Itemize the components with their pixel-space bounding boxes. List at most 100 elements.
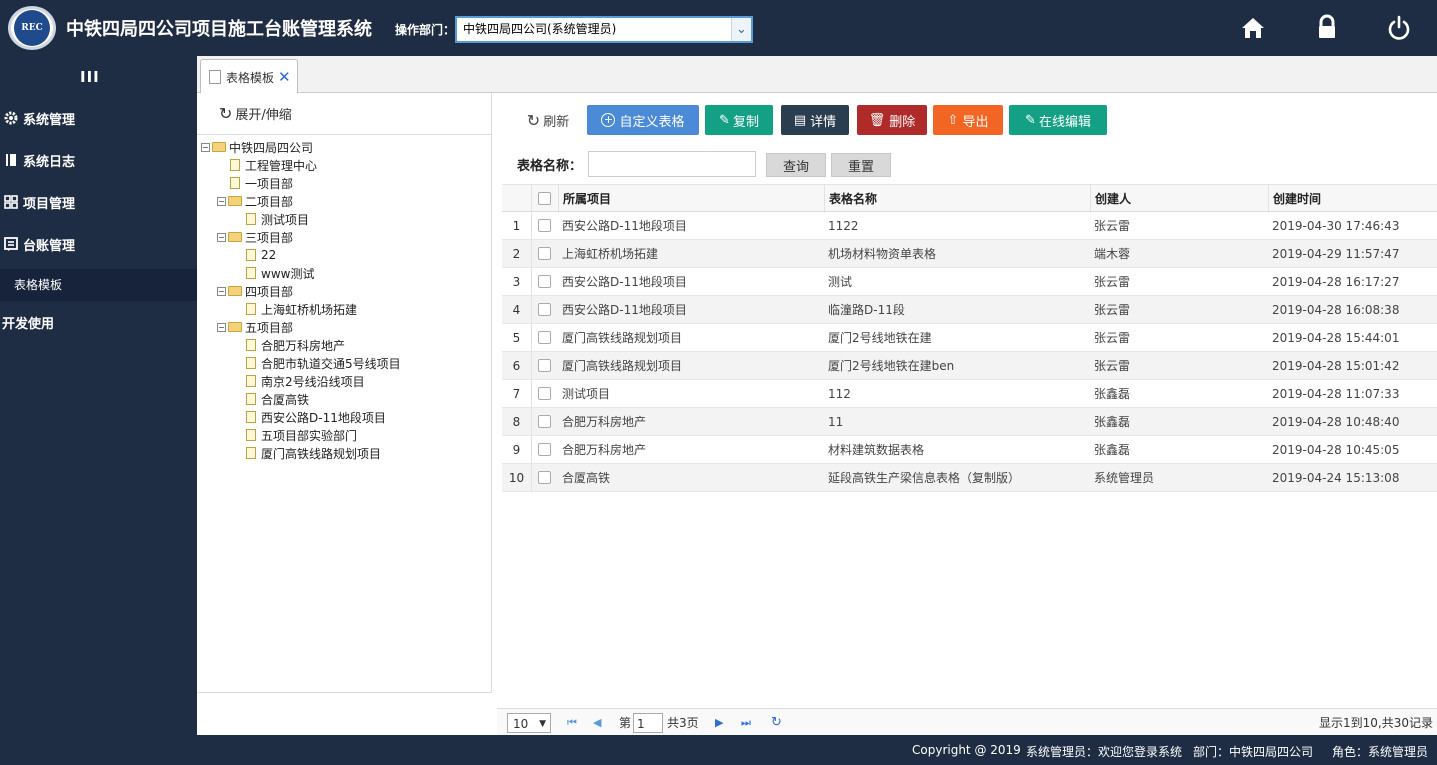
table-name-input[interactable] (588, 151, 756, 177)
table-cell-name: 测试 (828, 275, 853, 289)
row-checkbox[interactable] (538, 387, 551, 400)
row-checkbox[interactable] (538, 471, 551, 484)
refresh-button[interactable]: ↻ 刷新 (519, 105, 577, 135)
collapse-toggle-icon[interactable]: − (201, 142, 210, 152)
custom-table-button[interactable]: + 自定义表格 (587, 105, 699, 135)
table-row[interactable]: 9 合肥万科房地产 材料建筑数据表格 张鑫磊 2019-04-28 10:45:05 (502, 436, 1437, 464)
query-button[interactable]: 查询 (766, 153, 826, 177)
file-icon (230, 177, 240, 189)
sidebar-item-system[interactable]: 系统管理 (0, 104, 197, 132)
folder-icon (228, 286, 242, 296)
table-row[interactable]: 5 厦门高铁线路规划项目 厦门2号线地铁在建 张云雷 2019-04-28 15:44:… (502, 324, 1437, 352)
tree-node[interactable]: 工程管理中心 (217, 156, 317, 174)
column-header[interactable]: 表格名称 (824, 185, 1090, 213)
tree-node[interactable]: 合肥市轨道交通5号线项目 (233, 354, 401, 372)
reload-icon[interactable]: ↻ (771, 713, 782, 733)
select-all-checkbox[interactable] (538, 192, 551, 205)
tree-node[interactable]: 合厦高铁 (233, 390, 309, 408)
file-icon (246, 213, 256, 225)
sidebar-item-dev[interactable]: 开发使用 (0, 308, 197, 336)
tree-node[interactable]: − 中铁四局四公司 (201, 138, 313, 156)
row-checkbox[interactable] (538, 247, 551, 260)
tree-node[interactable]: 五项目部实验部门 (233, 426, 357, 444)
tree-node[interactable]: − 三项目部 (217, 228, 293, 246)
row-checkbox[interactable] (538, 415, 551, 428)
tree-node[interactable]: 南京2号线沿线项目 (233, 372, 365, 390)
column-header[interactable]: 所属项目 (558, 185, 824, 213)
tree-node-label: 五项目部实验部门 (261, 428, 358, 443)
last-page-icon[interactable]: ⏭ (741, 713, 751, 733)
folder-icon (212, 142, 226, 152)
row-checkbox[interactable] (538, 219, 551, 232)
home-icon[interactable] (1238, 13, 1268, 43)
page-size-select[interactable]: 10 ▼ (507, 713, 551, 733)
tree-toggle-expand[interactable]: ↻ 展开/伸缩 (197, 93, 492, 135)
dept-label: 操作部门： (395, 23, 456, 37)
chevron-down-icon[interactable]: ⌄ (731, 18, 751, 41)
close-icon[interactable]: ✕ (278, 68, 291, 86)
file-icon (246, 375, 256, 387)
next-page-icon[interactable]: ▶ (715, 713, 723, 733)
delete-button[interactable]: 🗑 删除 (857, 105, 927, 135)
tree-node[interactable]: 合肥万科房地产 (233, 336, 345, 354)
column-header[interactable]: 创建人 (1090, 185, 1268, 213)
table-row[interactable]: 3 西安公路D-11地段项目 测试 张云雷 2019-04-28 16:17:27 (502, 268, 1437, 296)
file-icon (246, 249, 256, 261)
table-row[interactable]: 2 上海虹桥机场拓建 机场材料物资单表格 端木蓉 2019-04-29 11:57:47 (502, 240, 1437, 268)
tree-node[interactable]: 测试项目 (233, 210, 309, 228)
folder-icon (228, 232, 242, 242)
row-checkbox[interactable] (538, 359, 551, 372)
tree-node[interactable]: − 五项目部 (217, 318, 293, 336)
sidebar-item-ledger[interactable]: 台账管理 (0, 230, 197, 258)
dept-select[interactable]: 中铁四局四公司(系统管理员) ⌄ (455, 16, 753, 43)
collapse-toggle-icon[interactable]: − (217, 196, 226, 206)
column-header[interactable]: 创建时间 (1268, 185, 1437, 213)
tree-node-label: 四项目部 (245, 284, 294, 299)
tree-node[interactable]: − 二项目部 (217, 192, 293, 210)
export-button[interactable]: ⇧ 导出 (933, 105, 1003, 135)
dept-select-value: 中铁四局四公司(系统管理员) (463, 22, 617, 36)
copy-button[interactable]: ✎ 复制 (705, 105, 773, 135)
footer-welcome: 系统管理员：欢迎您登录系统 (1026, 745, 1183, 759)
table-row[interactable]: 6 厦门高铁线路规划项目 厦门2号线地铁在建ben 张云雷 2019-04-28 15:… (502, 352, 1437, 380)
row-checkbox[interactable] (538, 331, 551, 344)
table-cell-project: 西安公路D-11地段项目 (562, 219, 687, 233)
table-row[interactable]: 10 合厦高铁 延段高铁生产梁信息表格（复制版） 系统管理员 2019-04-24 15… (502, 464, 1437, 492)
tree-node[interactable]: 上海虹桥机场拓建 (233, 300, 357, 318)
prev-page-icon[interactable]: ◀ (593, 713, 601, 733)
online-edit-label: 在线编辑 (1038, 114, 1091, 130)
sidebar-subitem-table-template[interactable]: 表格模板 (0, 269, 197, 301)
sidebar-item-syslog[interactable]: 系统日志 (0, 146, 197, 174)
table-row[interactable]: 7 测试项目 112 张鑫磊 2019-04-28 11:07:33 (502, 380, 1437, 408)
page-number-input[interactable]: 1 (633, 713, 663, 733)
tree-node-label: 西安公路D-11地段项目 (261, 410, 386, 425)
table-row[interactable]: 8 合肥万科房地产 11 张鑫磊 2019-04-28 10:48:40 (502, 408, 1437, 436)
tree-node[interactable]: www测试 (233, 264, 314, 282)
tree-node[interactable]: 厦门高铁线路规划项目 (233, 444, 381, 462)
online-edit-button[interactable]: ✎ 在线编辑 (1009, 105, 1107, 135)
file-icon (246, 447, 256, 459)
table-row[interactable]: 4 西安公路D-11地段项目 临潼路D-11段 张云雷 2019-04-28 16:08… (502, 296, 1437, 324)
row-checkbox[interactable] (538, 443, 551, 456)
tree-node[interactable]: − 四项目部 (217, 282, 293, 300)
tree-node[interactable]: 22 (233, 246, 276, 264)
tab-table-template[interactable]: 表格模板 ✕ (200, 59, 298, 94)
table-cell-creator: 张鑫磊 (1094, 443, 1131, 457)
tree-node[interactable]: 一项目部 (217, 174, 293, 192)
sidebar-item-project[interactable]: 项目管理 (0, 188, 197, 216)
power-icon[interactable] (1384, 13, 1414, 43)
lock-icon[interactable] (1312, 13, 1342, 43)
first-page-icon[interactable]: ⏮ (567, 713, 577, 733)
detail-button[interactable]: ▤ 详情 (781, 105, 849, 135)
refresh-label: 刷新 (543, 114, 570, 130)
collapse-toggle-icon[interactable]: − (217, 286, 226, 296)
tree-node[interactable]: 西安公路D-11地段项目 (233, 408, 386, 426)
row-checkbox[interactable] (538, 303, 551, 316)
collapse-toggle-icon[interactable]: − (217, 322, 226, 332)
reset-button[interactable]: 重置 (831, 153, 891, 177)
table-cell-creator: 张云雷 (1094, 331, 1131, 345)
collapse-toggle-icon[interactable]: − (217, 232, 226, 242)
sidebar-toggle[interactable]: III (80, 68, 100, 86)
row-checkbox[interactable] (538, 275, 551, 288)
table-row[interactable]: 1 西安公路D-11地段项目 1122 张云雷 2019-04-30 17:46:43 (502, 212, 1437, 240)
